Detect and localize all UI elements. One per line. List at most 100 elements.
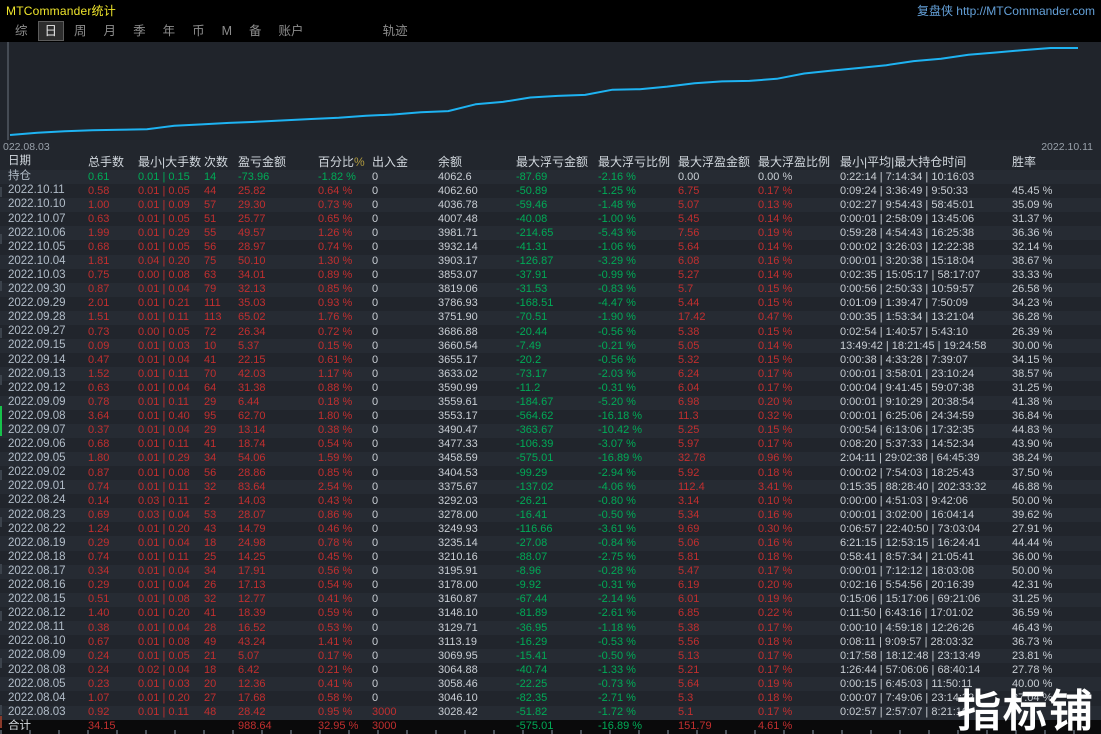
cell-maxfp: 5.3 [678,692,694,705]
cell-pct: 1.76 % [318,311,353,324]
cell-maxfp_pct: 0.10 % [758,494,793,507]
menu-item-m[interactable]: M [216,22,238,40]
cell-winrate: 32.14 % [1012,241,1053,254]
menu-item-zong[interactable]: 综 [9,22,34,40]
cell-winrate: 27.91 % [1012,522,1053,535]
cell-pct: 0.53 % [318,621,353,634]
cell-winrate: 30.00 % [1012,339,1053,352]
cell-maxdd_pct: -0.56 % [598,353,636,366]
cell-cash: 0 [372,410,379,423]
cell-balance: 3113.19 [438,635,477,648]
cell-maxdd: -126.87 [516,255,554,268]
cell-maxdd: -82.35 [516,692,548,705]
cell-maxdd: -20.2 [516,353,542,366]
menu-item-guiji[interactable]: 轨迹 [377,22,414,40]
cell-maxfp_pct: 0.17 % [758,381,793,394]
menu-item-bi[interactable]: 币 [186,22,211,40]
cell-balance: 3404.53 [438,466,478,479]
cell-maxfp_pct: 0.18 % [758,635,793,648]
cell-lots: 1.99 [88,226,110,239]
table-row: 2022.10.07 0.63 0.01 | 0.05 51 25.77 0.65 % 0 4… [0,212,1101,227]
cell-times: 0:11:50 | 6:43:16 | 17:01:02 [840,607,974,620]
cell-count: 2 [204,494,211,507]
cell-maxdd_pct: -5.20 % [598,396,636,409]
cell-date: 2022.10.10 [8,198,66,211]
cell-maxdd: -26.21 [516,494,548,507]
cell-maxfp_pct: 0.32 % [758,410,793,423]
cell-pct: 0.17 % [318,649,353,662]
cell-minmax: 0.01 | 0.08 [138,593,190,606]
cell-cash: 0 [372,621,379,634]
col-header-label: 总手数 [88,154,125,169]
menu-item-nian[interactable]: 年 [157,22,182,40]
cell-lots: 0.61 [88,170,110,183]
cell-times: 0:58:41 | 8:57:34 | 21:05:41 [840,551,975,564]
menu-item-ri[interactable]: 日 [37,21,65,41]
cell-date: 2022.08.15 [8,593,66,606]
cell-minmax: 0.01 | 0.04 [138,621,190,634]
cell-cash: 0 [372,551,379,564]
menu-item-ji[interactable]: 季 [127,22,152,40]
table-row: 2022.09.05 1.80 0.01 | 0.29 34 54.06 1.59 % 0 3… [0,451,1101,466]
cell-pct: 0.64 % [318,184,353,197]
cell-maxdd_pct: -1.48 % [598,198,636,211]
cell-cash: 0 [372,522,379,535]
cell-times: 0:00:02 | 7:54:03 | 18:25:43 [840,466,975,479]
cell-pnl: 31.38 [238,381,266,394]
cell-winrate: 33.33 % [1012,269,1053,282]
brand-link[interactable]: 复盘侠 http://MTCommander.com [917,2,1095,19]
cell-balance: 3046.10 [438,692,478,705]
menu-item-zhanghu[interactable]: 账户 [273,22,310,40]
menu-item-yue[interactable]: 月 [98,22,123,40]
cell-lots: 1.51 [88,311,110,324]
cell-pnl: 14.03 [238,494,266,507]
cell-times: 0:59:28 | 4:54:43 | 16:25:38 [840,226,975,239]
cell-maxdd: -9.92 [516,579,542,592]
cell-pnl: 29.30 [238,198,266,211]
col-header-label: 最大浮亏金额 [516,154,589,169]
menu-item-bei[interactable]: 备 [243,22,268,40]
cell-date: 2022.09.29 [8,297,66,310]
cell-lots: 3.64 [88,410,110,423]
col-header-maxdd_pct: 最大浮亏比例 [598,156,678,168]
cell-maxfp_pct: 0.20 % [758,579,793,592]
equity-chart [0,42,1101,140]
cell-lots: 0.58 [88,184,110,197]
cell-maxdd: -81.89 [516,607,548,620]
cell-winrate: 31.25 % [1012,593,1053,606]
cell-pct: -1.82 % [318,170,356,183]
menu-item-zhou[interactable]: 周 [68,22,93,40]
cell-pct: 0.54 % [318,579,353,592]
col-header-label: 百分比 [318,154,355,169]
cell-maxdd: -40.74 [516,663,548,676]
cell-count: 18 [204,536,217,549]
cell-pnl: 18.74 [238,438,266,451]
cell-lots: 0.23 [88,677,110,690]
cell-minmax: 0.01 | 0.04 [138,424,190,437]
cell-maxdd: -575.01 [516,452,554,465]
cell-lots: 0.24 [88,649,110,662]
bottom-ticks [0,730,1101,734]
cell-maxdd_pct: -0.21 % [598,339,636,352]
edge-tick [0,470,2,480]
cell-count: 32 [204,593,217,606]
cell-balance: 3129.71 [438,621,478,634]
edge-tick [0,187,2,197]
cell-minmax: 0.01 | 0.08 [138,635,190,648]
cell-cash: 0 [372,480,379,493]
cell-times: 0:01:09 | 1:39:47 | 7:50:09 [840,297,969,310]
cell-maxdd: -67.44 [516,593,548,606]
table-row: 2022.09.27 0.73 0.00 | 0.05 72 26.34 0.72 % 0 3… [0,325,1101,340]
cell-pct: 2.54 % [318,480,353,493]
cell-date: 2022.08.22 [8,522,66,535]
table-row: 2022.10.06 1.99 0.01 | 0.29 55 49.57 1.26 % 0 3… [0,226,1101,241]
cell-cash: 0 [372,635,379,648]
cell-minmax: 0.01 | 0.15 [138,170,190,183]
cell-times: 0:09:24 | 3:36:49 | 9:50:33 [840,184,969,197]
table-row: 2022.08.24 0.14 0.03 | 0.11 2 14.03 0.43 % 0 32… [0,494,1101,509]
col-header-maxdd: 最大浮亏金额 [516,156,598,168]
cell-count: 113 [204,311,222,324]
cell-count: 27 [204,692,217,705]
cell-date: 2022.08.12 [8,607,66,620]
col-header-label: 出入金 [372,154,409,169]
